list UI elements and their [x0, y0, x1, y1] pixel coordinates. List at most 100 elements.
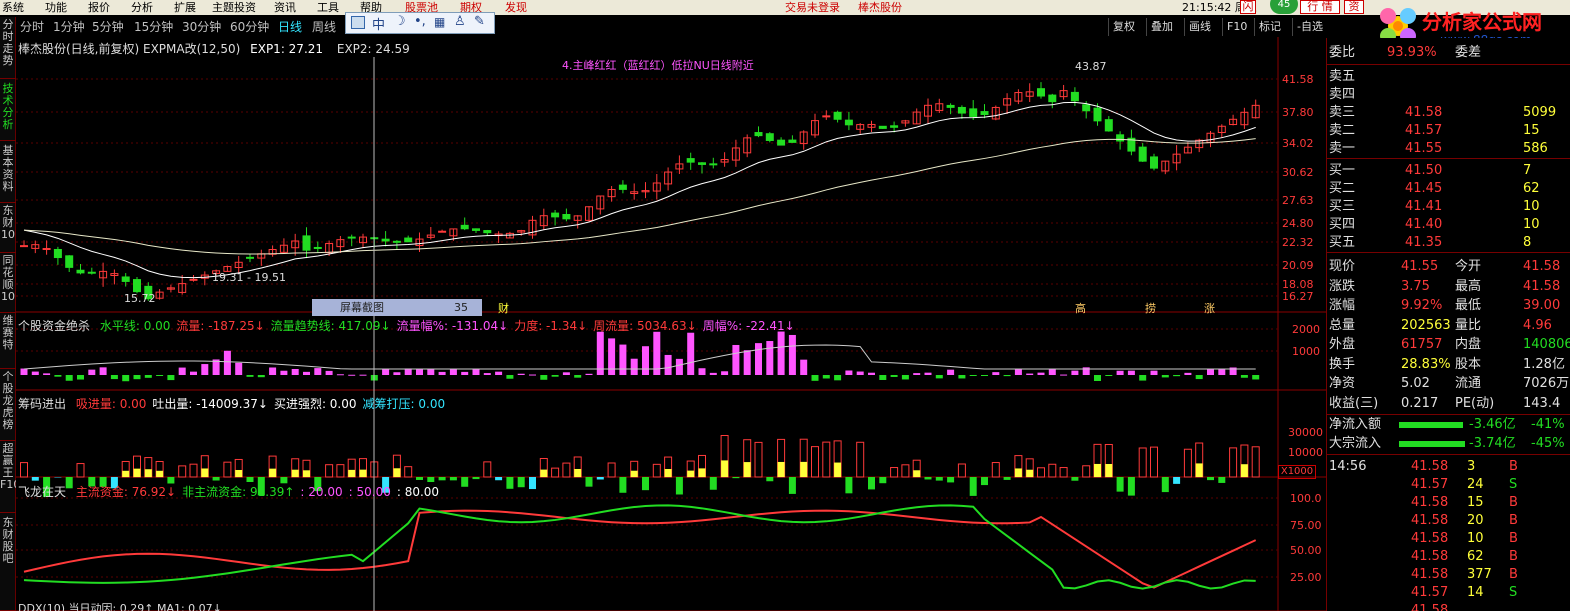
fund-flow-bar — [314, 368, 322, 375]
menu-discover[interactable]: 发现 — [505, 0, 527, 15]
tick-price: 41.58 — [1411, 495, 1449, 510]
quote-panel: 委比 93.93% 委差 卖五 卖四 卖三 41.58 5099 卖二 41.57 15 卖一 4… — [1326, 38, 1570, 611]
tick-price: 41.58 — [1411, 459, 1449, 474]
tab-tonghuashun[interactable]: 同花顺10 — [0, 253, 16, 313]
price-tick-label: 16.27 — [1282, 290, 1314, 303]
low-price-label: 15.72 — [124, 292, 156, 305]
tab-guba[interactable]: 东财股吧 — [0, 513, 16, 611]
fund-flow-item-1: 流量: -187.25↓ — [176, 319, 265, 333]
tab-fundamentals[interactable]: 基本资料 — [0, 141, 16, 203]
restore-rights-button[interactable]: 复权 — [1108, 18, 1139, 36]
fund-flow-bar — [630, 358, 638, 375]
period-60min[interactable]: 60分钟 — [230, 17, 269, 37]
chip-in-bar — [1082, 465, 1091, 478]
market-button[interactable]: 行 情 — [1300, 0, 1340, 14]
tab-dragon-tiger[interactable]: 个股龙虎榜 — [0, 369, 16, 441]
screenshot-tag[interactable]: 屏幕截图 35 — [312, 299, 482, 316]
candle-body — [246, 256, 254, 259]
chip-out-bar — [935, 477, 943, 481]
chip-in-bar — [1059, 467, 1068, 478]
marker-rise: 涨 — [1204, 302, 1215, 315]
menu-analysis[interactable]: 分析 — [131, 0, 153, 15]
watchlist-button[interactable]: -自选 — [1292, 18, 1327, 36]
chip-out-bar — [924, 477, 932, 480]
period-daily[interactable]: 日线 — [278, 17, 302, 37]
menu-system[interactable]: 系统 — [2, 0, 24, 15]
fund-flow-bar — [54, 375, 62, 377]
tab-intraday[interactable]: 分时走势 — [0, 17, 16, 79]
tab-super-win[interactable]: 超赢王F10 — [0, 441, 16, 513]
keyboard-icon[interactable]: ▦ — [434, 15, 445, 29]
candle-body — [946, 104, 955, 108]
period-weekly[interactable]: 周线 — [312, 17, 336, 37]
period-intraday[interactable]: 分时 — [20, 17, 44, 37]
fund-flow-bar — [901, 375, 909, 380]
period-1min[interactable]: 1分钟 — [53, 17, 85, 37]
dot-icon[interactable]: •, — [414, 14, 426, 29]
tick-price: 41.57 — [1411, 585, 1449, 600]
user-icon[interactable]: ♙ — [454, 14, 466, 29]
moon-icon[interactable]: ☽ — [394, 14, 406, 29]
fund-flow-bar — [947, 369, 955, 375]
fund-flow-bar — [992, 372, 1000, 375]
wrench-icon[interactable]: ✎ — [474, 14, 485, 29]
candle-body — [76, 269, 85, 274]
fund-flow-bar — [619, 344, 627, 375]
buy-level-label: 买二 — [1329, 181, 1356, 196]
sell-row: 卖二 41.57 15 — [1327, 122, 1570, 140]
quote-row: 外盘 61757 内盘 140806 — [1327, 336, 1570, 354]
tick-row: 41.58 15 B — [1327, 494, 1570, 512]
tick-volume: 15 — [1467, 495, 1484, 510]
flash-button[interactable]: 闪 — [1240, 0, 1256, 14]
chip-in-bar — [652, 463, 661, 478]
menu-theme-invest[interactable]: 主题投资 — [212, 0, 256, 15]
candle-body — [1048, 94, 1057, 103]
fund-flow-bar — [223, 350, 231, 375]
info-button[interactable]: 资 — [1344, 0, 1364, 14]
fund-flow-bars — [20, 331, 1260, 382]
sell-volume: 586 — [1523, 141, 1548, 156]
fund-flow-bar — [766, 341, 774, 375]
chip-out-bar — [981, 477, 988, 486]
mark-button[interactable]: 标记 — [1254, 18, 1285, 36]
chip-in-bar — [325, 464, 334, 478]
tick-volume: 377 — [1467, 567, 1492, 582]
picture-icon[interactable] — [351, 16, 365, 29]
tab-eastmoney[interactable]: 东财10 — [0, 203, 16, 253]
period-30min[interactable]: 30分钟 — [182, 17, 221, 37]
fund-flow-bar — [201, 364, 209, 375]
chinese-input-icon[interactable]: 中 — [372, 14, 385, 33]
f10-button[interactable]: F10 — [1222, 18, 1251, 36]
chip-in-bar — [1251, 446, 1260, 478]
quote-value: 143.4 — [1523, 395, 1561, 411]
notification-badge[interactable]: 45 — [1270, 0, 1298, 14]
chip-out-bar — [879, 477, 887, 484]
chip-out-bar — [709, 477, 717, 490]
period-15min[interactable]: 15分钟 — [134, 17, 173, 37]
quote-label: 总量 — [1329, 317, 1356, 333]
chip-out-bar — [212, 477, 220, 481]
tab-weisaite[interactable]: 维赛特 — [0, 313, 16, 369]
quote-label: 涨跌 — [1329, 278, 1356, 294]
fund-flow-bar — [88, 369, 96, 375]
draw-line-button[interactable]: 画线 — [1184, 18, 1215, 36]
menu-tools[interactable]: 工具 — [317, 0, 339, 15]
price-tick-label: 41.58 — [1282, 73, 1314, 86]
menu-extend[interactable]: 扩展 — [174, 0, 196, 15]
fund-flow-bar — [303, 371, 310, 375]
menu-news[interactable]: 资讯 — [274, 0, 296, 15]
dragon-item-0: 主流资金: 76.92↓ — [75, 485, 177, 499]
buy-level-label: 买一 — [1329, 163, 1356, 178]
menu-quote[interactable]: 报价 — [88, 0, 110, 15]
menu-function[interactable]: 功能 — [45, 0, 67, 15]
candle-body — [698, 162, 706, 165]
fund-flow-bar — [1218, 369, 1226, 375]
fund-flow-bar — [257, 375, 265, 378]
quote-value: 140806 — [1523, 337, 1570, 352]
tab-technical[interactable]: 技术分析 — [0, 79, 16, 141]
candle-body — [1093, 107, 1102, 122]
overlay-button[interactable]: 叠加 — [1146, 18, 1177, 36]
fund-flow-bar — [642, 346, 649, 375]
dragon-item-4: : 80.00 — [396, 485, 440, 499]
period-5min[interactable]: 5分钟 — [92, 17, 124, 37]
